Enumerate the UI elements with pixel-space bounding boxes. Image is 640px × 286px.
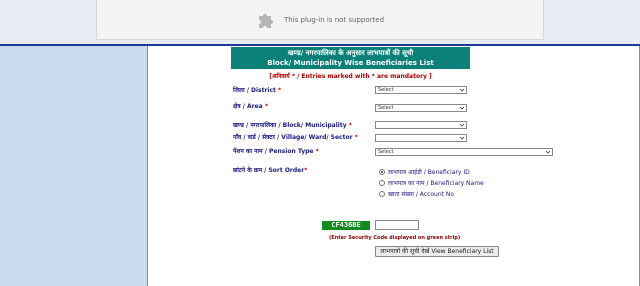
district-select[interactable]: Select: [375, 86, 467, 94]
sort-option-beneficiary-id[interactable]: लाभपात्र आईडी / Beneficiary ID: [379, 168, 470, 176]
area-required: *: [264, 103, 268, 110]
pension-label: पेंशन का नाम / Pension Type *: [233, 147, 319, 155]
village-label-text: गाँव / वार्ड / सेक्टर / Village/ Ward/ S…: [233, 134, 353, 141]
pension-select[interactable]: Select: [375, 148, 553, 156]
puzzle-piece-icon: [258, 13, 273, 28]
form-title-english: Block/ Municipality Wise Beneficiaries L…: [267, 59, 434, 67]
sort-label: छांटने के क्रम / Sort Order*: [233, 166, 307, 174]
security-code-input[interactable]: [375, 220, 419, 230]
mandatory-note: [अनिवार्य * / Entries marked with * are …: [231, 72, 470, 80]
plugin-message: This plug-in is not supported: [283, 15, 385, 24]
page: This plug-in is not supported खण्ड/ नगरप…: [0, 0, 640, 286]
sort-option-label: लाभपात्र आईडी / Beneficiary ID: [388, 169, 470, 176]
village-required: *: [354, 134, 358, 141]
village-label: गाँव / वार्ड / सेक्टर / Village/ Ward/ S…: [233, 133, 358, 141]
block-label: खण्ड / नगरपालिका / Block/ Municipality *: [233, 121, 352, 129]
district-label: जिला / District *: [233, 86, 281, 94]
left-sidebar: [0, 46, 148, 286]
area-label-text: क्षेत्र / Area: [233, 103, 263, 110]
mandatory-note-end: are mandatory ]: [374, 73, 432, 80]
chevron-down-icon: [459, 123, 465, 127]
block-label-text: खण्ड / नगरपालिका / Block/ Municipality: [233, 122, 347, 129]
chevron-down-icon: [459, 136, 465, 140]
security-code-hint: (Enter Security Code displayed on green …: [329, 235, 461, 241]
pension-required: *: [315, 148, 319, 155]
area-select-value: Select: [378, 105, 394, 111]
radio-button[interactable]: [379, 169, 385, 175]
chevron-down-icon: [459, 88, 465, 92]
district-label-text: जिला / District: [233, 87, 276, 94]
sort-option-label: लाभपात्र का नाम / Beneficiary Name: [388, 180, 484, 187]
form-title-hindi: खण्ड/ नगरपालिका के अनुसार लाभपात्रों की …: [287, 49, 414, 57]
form-header: खण्ड/ नगरपालिका के अनुसार लाभपात्रों की …: [231, 47, 470, 69]
district-select-value: Select: [378, 87, 394, 93]
area-select[interactable]: Select: [375, 104, 467, 112]
pension-label-text: पेंशन का नाम / Pension Type: [233, 148, 314, 155]
top-strip: This plug-in is not supported: [0, 0, 640, 44]
sort-option-label: खाता संख्या / Account No: [388, 191, 455, 198]
mandatory-note-mid: / Entries marked with: [295, 73, 372, 80]
village-select[interactable]: [375, 134, 467, 142]
plugin-placeholder: This plug-in is not supported: [96, 0, 544, 40]
sort-required: *: [304, 167, 308, 174]
district-required: *: [278, 87, 282, 94]
sort-option-beneficiary-name[interactable]: लाभपात्र का नाम / Beneficiary Name: [379, 179, 484, 187]
radio-button[interactable]: [379, 180, 385, 186]
view-beneficiary-list-button[interactable]: लाभपात्रों की सूची देखें View Beneficiar…: [375, 246, 499, 257]
chevron-down-icon: [545, 150, 551, 154]
mandatory-note-open: [अनिवार्य: [269, 73, 290, 80]
pension-select-value: Select: [378, 149, 394, 155]
radio-button[interactable]: [379, 191, 385, 197]
security-code: CF436BE: [322, 221, 370, 230]
sort-label-text: छांटने के क्रम / Sort Order: [233, 167, 305, 174]
sort-option-account-no[interactable]: खाता संख्या / Account No: [379, 190, 454, 198]
block-select[interactable]: [375, 121, 467, 129]
area-label: क्षेत्र / Area *: [233, 102, 268, 110]
chevron-down-icon: [459, 106, 465, 110]
block-required: *: [348, 122, 352, 129]
